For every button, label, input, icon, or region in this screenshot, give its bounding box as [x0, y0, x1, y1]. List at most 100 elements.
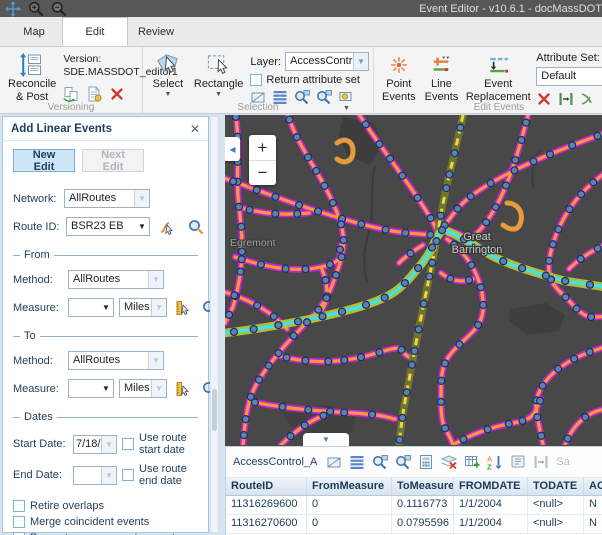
- add-linear-events-panel: Add Linear Events ✕ New Edit Next Edit N…: [2, 116, 209, 533]
- map-graphics: Egremont Great Barrington: [225, 115, 602, 445]
- panel-header: Add Linear Events ✕: [3, 117, 208, 141]
- pan-tool-icon[interactable]: [5, 1, 21, 17]
- ribbon: Reconcile & Post Version: SDE.MASSDOT_ed…: [0, 47, 602, 114]
- use-route-end-date-label: Use route end date: [139, 463, 198, 487]
- attribute-table: RouteID FromMeasure ToMeasure FROMDATE T…: [226, 478, 602, 534]
- retire-overlaps-label: Retire overlaps: [30, 500, 104, 512]
- from-method-dropdown[interactable]: AllRoutes ▼: [68, 270, 164, 289]
- polygon-select-icon[interactable]: [326, 454, 342, 470]
- zoom-in-tool-icon[interactable]: [28, 1, 44, 17]
- column-header[interactable]: ToMeasure: [392, 478, 454, 495]
- rectangle-tool-button[interactable]: Rectangle ▼: [192, 50, 246, 100]
- select-cursor-icon: [155, 52, 180, 77]
- use-route-end-date-checkbox[interactable]: [122, 469, 134, 481]
- start-date-input[interactable]: 7/18/ ▼: [73, 435, 117, 454]
- network-label: Network:: [13, 193, 59, 205]
- to-method-dropdown[interactable]: AllRoutes ▼: [68, 351, 164, 370]
- to-measure-combo[interactable]: ▼: [68, 379, 114, 398]
- attribute-set-dropdown[interactable]: Default ▼: [536, 67, 602, 86]
- end-date-input[interactable]: ▼: [73, 466, 117, 485]
- event-replacement-button[interactable]: Event Replacement: [465, 50, 531, 104]
- to-method-label: Method:: [13, 355, 63, 367]
- zoom-to-selected-icon[interactable]: [372, 454, 388, 470]
- sort-icon[interactable]: [487, 454, 503, 470]
- group-edit-events: Point Events Line Events Event Replaceme…: [374, 47, 602, 113]
- select-by-attribute-icon[interactable]: [349, 454, 365, 470]
- group-label-versioning: Versioning: [0, 102, 142, 113]
- chevron-down-icon: ▼: [215, 91, 222, 99]
- start-date-label: Start Date:: [13, 438, 68, 450]
- map-zoom-in-button[interactable]: +: [249, 135, 276, 160]
- select-tool-button[interactable]: Select ▼: [149, 50, 187, 100]
- new-edit-button[interactable]: New Edit: [13, 149, 75, 172]
- attributes-page-icon[interactable]: [510, 454, 526, 470]
- zoom-out-tool-icon[interactable]: [51, 1, 67, 17]
- collapse-panel-button[interactable]: ◀: [225, 137, 240, 161]
- from-unit-dropdown[interactable]: Miles ▼: [119, 298, 167, 317]
- reconcile-post-button[interactable]: Reconcile & Post: [6, 50, 58, 104]
- close-icon[interactable]: ✕: [190, 122, 200, 136]
- group-versioning: Reconcile & Post Version: SDE.MASSDOT_ed…: [0, 47, 143, 113]
- map-label-egremont: Egremont: [230, 237, 276, 249]
- map-canvas[interactable]: Egremont Great Barrington ◀ + − ▼: [225, 115, 602, 446]
- table-row[interactable]: 11316270600 0 0.0795596 1/1/2004 <null> …: [226, 515, 602, 534]
- tab-edit[interactable]: Edit: [62, 17, 128, 46]
- table-row[interactable]: 11316269600 0 0.1116773 1/1/2004 <null> …: [226, 496, 602, 515]
- save-button[interactable]: Sa: [556, 456, 569, 468]
- layer-dropdown[interactable]: AccessControl_A ▼: [285, 52, 369, 71]
- column-header[interactable]: AC: [584, 478, 602, 495]
- map-zoom-out-button[interactable]: −: [249, 160, 276, 185]
- pick-measure-on-map-icon[interactable]: [175, 381, 191, 397]
- panel-title: Add Linear Events: [11, 123, 112, 135]
- split-event-icon[interactable]: [533, 454, 549, 470]
- tab-review[interactable]: Review: [128, 17, 184, 46]
- column-header[interactable]: FROMDATE: [454, 478, 528, 495]
- from-measure-label: Measure:: [13, 302, 63, 314]
- point-events-icon: [390, 56, 408, 74]
- conflicts-icon[interactable]: [63, 86, 79, 102]
- add-record-icon[interactable]: [464, 454, 480, 470]
- chevron-down-icon: ▼: [148, 352, 163, 369]
- chevron-left-icon: ◀: [229, 145, 235, 154]
- from-method-label: Method:: [13, 274, 63, 286]
- return-attribute-checkbox[interactable]: [250, 74, 262, 86]
- chevron-down-icon: ▼: [164, 91, 171, 99]
- table-header-row: RouteID FromMeasure ToMeasure FROMDATE T…: [226, 478, 602, 496]
- use-route-start-date-checkbox[interactable]: [122, 438, 134, 450]
- attribute-table-panel: AccessControl_A Sa RouteID FromMeasure T…: [225, 446, 602, 535]
- route-id-combo[interactable]: BSR23 EB ▼: [66, 217, 150, 236]
- retire-overlaps-checkbox[interactable]: [13, 500, 25, 512]
- save-version-icon[interactable]: [86, 86, 102, 102]
- attribute-set-label: Attribute Set:: [536, 52, 602, 64]
- zoom-to-route-icon[interactable]: [188, 219, 204, 235]
- scrollbar-thumb[interactable]: [212, 389, 217, 431]
- workspace: Add Linear Events ✕ New Edit Next Edit N…: [0, 114, 602, 535]
- field-calculator-icon[interactable]: [418, 454, 434, 470]
- panel-scrollbar[interactable]: [210, 116, 219, 533]
- select-route-on-map-icon[interactable]: [159, 219, 175, 235]
- event-editor-window: Event Editor - v10.6.1 - docMassDOTI Map…: [0, 0, 602, 535]
- pick-measure-on-map-icon[interactable]: [175, 300, 191, 316]
- rectangle-select-icon: [206, 52, 231, 77]
- point-events-button[interactable]: Point Events: [380, 50, 418, 104]
- chevron-down-icon: ▼: [135, 218, 149, 235]
- chevron-down-icon: ▼: [353, 53, 368, 70]
- tab-map[interactable]: Map: [6, 17, 62, 46]
- column-header[interactable]: FromMeasure: [307, 478, 392, 495]
- column-header[interactable]: TODATE: [528, 478, 584, 495]
- to-unit-dropdown[interactable]: Miles ▼: [119, 379, 167, 398]
- table-toolbar: AccessControl_A Sa: [226, 447, 602, 478]
- next-edit-button[interactable]: Next Edit: [82, 149, 144, 172]
- line-events-button[interactable]: Line Events: [423, 50, 461, 104]
- merge-coincident-checkbox[interactable]: [13, 516, 25, 528]
- network-dropdown[interactable]: AllRoutes ▼: [64, 189, 150, 208]
- pan-to-selected-icon[interactable]: [395, 454, 411, 470]
- delete-version-icon[interactable]: [109, 86, 125, 102]
- merge-coincident-label: Merge coincident events: [30, 516, 149, 528]
- clear-selection-icon[interactable]: [441, 454, 457, 470]
- column-header[interactable]: RouteID: [226, 478, 307, 495]
- table-panel-toggle[interactable]: ▼: [303, 433, 349, 446]
- dates-section-title: Dates: [24, 411, 53, 423]
- from-measure-combo[interactable]: ▼: [68, 298, 114, 317]
- end-date-label: End Date:: [13, 469, 68, 481]
